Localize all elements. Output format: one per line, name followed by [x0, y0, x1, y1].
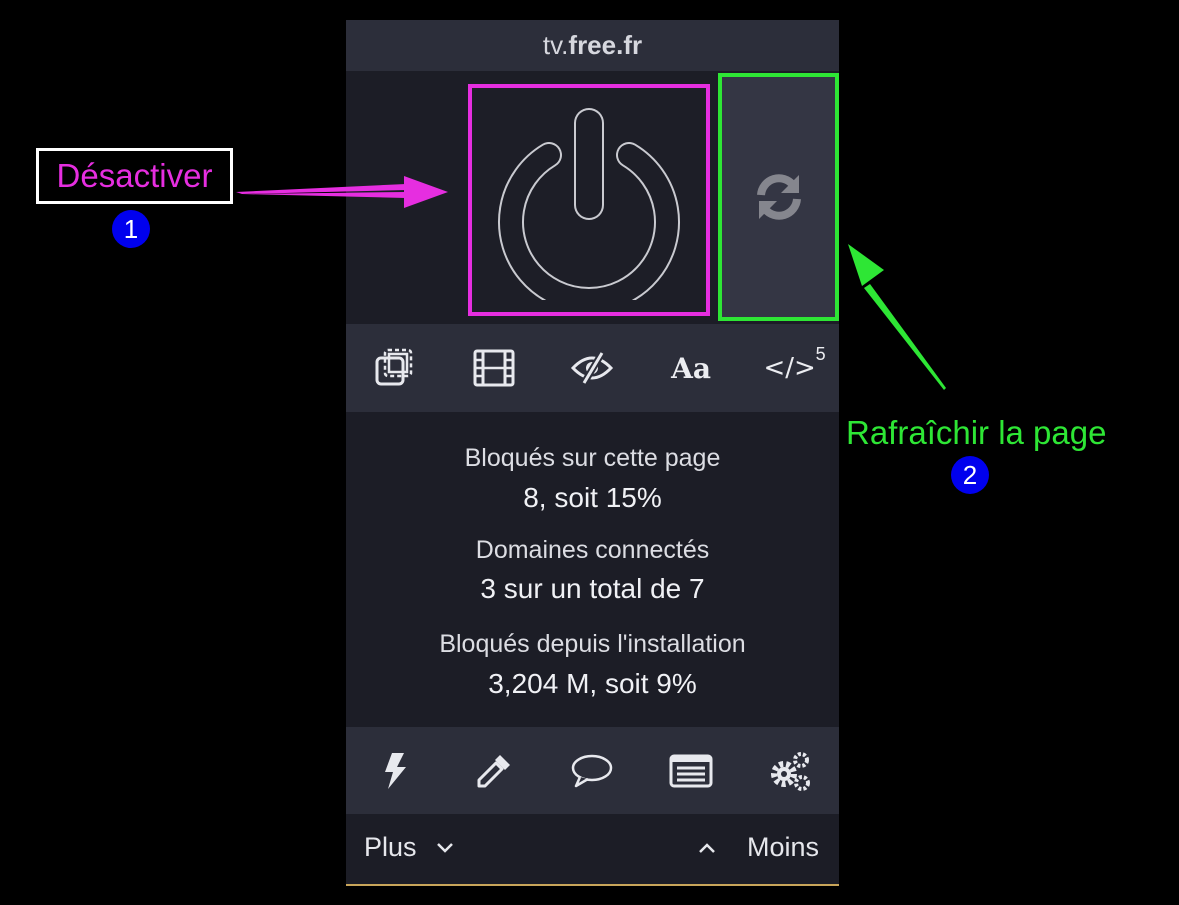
cosmetic-filter-eye-off-icon: [571, 351, 614, 385]
blocked-page-label: Bloqués sur cette page: [464, 444, 721, 472]
font-block-button[interactable]: Aa: [661, 338, 721, 398]
power-toggle-button[interactable]: [468, 84, 710, 316]
script-code-icon: </>: [763, 353, 816, 383]
chevron-up-icon: [699, 842, 715, 853]
domains-label: Domaines connectés: [475, 536, 710, 564]
blocked-total-label: Bloqués depuis l'installation: [439, 630, 746, 658]
speech-bubble-icon: [572, 754, 613, 787]
blocked-total-value: 3,204 M, soit 9%: [488, 668, 697, 699]
less-label: Moins: [746, 832, 819, 862]
ublock-popup-panel: tv. free.fr Aa </> 5 Bloqués sur cette p…: [346, 20, 839, 886]
hostname-bar: tv. free.fr: [346, 20, 839, 71]
logger-list-icon: [669, 754, 713, 787]
footer: Plus Moins: [346, 814, 839, 884]
less-button[interactable]: Moins: [697, 832, 819, 863]
media-block-icon: [473, 349, 515, 387]
more-button[interactable]: Plus: [364, 832, 455, 863]
chevron-down-icon: [436, 842, 453, 853]
settings-gears-icon: [770, 751, 810, 791]
logger-button[interactable]: [661, 741, 721, 801]
font-icon: Aa: [671, 351, 712, 385]
domains-value: 3 sur un total de 7: [480, 573, 705, 604]
annotation-arrow-disable: [236, 176, 448, 208]
refresh-button[interactable]: [718, 73, 839, 321]
power-icon: [498, 108, 680, 300]
annotation-badge-1: 1: [112, 210, 150, 248]
zapper-button[interactable]: [365, 741, 425, 801]
more-label: Plus: [364, 832, 417, 862]
hostname-domain: free.fr: [568, 30, 643, 60]
annotation-badge-2: 2: [951, 456, 989, 494]
actions-row: [346, 727, 839, 814]
stats-section: Bloqués sur cette page 8, soit 15% Domai…: [346, 412, 839, 727]
hostname-prefix: tv.: [542, 30, 569, 60]
refresh-icon: [756, 174, 801, 220]
report-button[interactable]: [562, 741, 622, 801]
element-picker-icon: [375, 348, 413, 386]
script-count-badge: 5: [815, 344, 826, 364]
media-block-button[interactable]: [464, 338, 524, 398]
element-picker-button[interactable]: [365, 338, 425, 398]
annotation-refresh-label: Rafraîchir la page: [846, 414, 1107, 451]
script-block-button[interactable]: </> 5: [760, 338, 826, 398]
annotation-arrow-refresh: [848, 244, 946, 390]
tools-row: Aa </> 5: [346, 324, 839, 412]
dashboard-button[interactable]: [760, 741, 820, 801]
blocked-page-value: 8, soit 15%: [523, 482, 662, 513]
lightning-icon: [385, 752, 407, 789]
cosmetic-filter-button[interactable]: [562, 338, 622, 398]
picker-button[interactable]: [464, 741, 524, 801]
annotation-disable-label: Désactiver: [36, 148, 233, 204]
eyedropper-icon: [477, 754, 510, 787]
